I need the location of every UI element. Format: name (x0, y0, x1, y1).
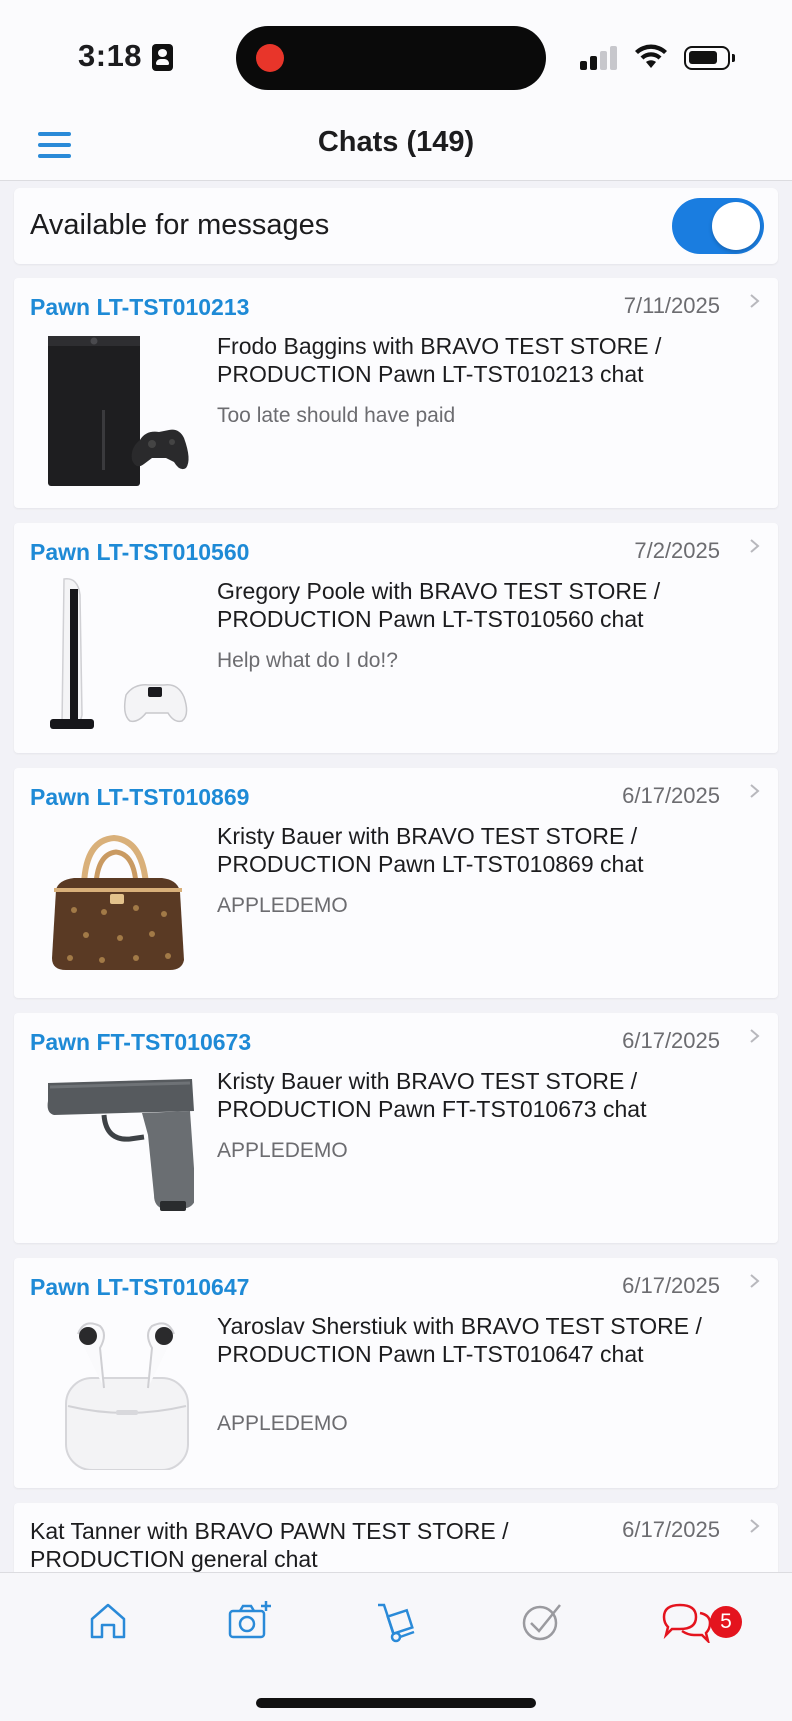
navigation-bar: Chats (149) (0, 112, 792, 181)
battery-icon (684, 46, 735, 70)
chevron-right-icon (750, 1274, 760, 1288)
chat-title: Gregory Poole with BRAVO TEST STORE / PR… (217, 578, 661, 632)
chat-bubbles-icon[interactable] (660, 1599, 712, 1643)
chevron-right-icon (750, 1029, 760, 1043)
chevron-right-icon (750, 539, 760, 553)
chat-date: 6/17/2025 (622, 783, 720, 808)
chat-title: Kat Tanner with BRAVO PAWN TEST STORE / … (30, 1518, 509, 1572)
checkmark-icon[interactable] (520, 1599, 564, 1643)
chat-last-message: APPLEDEMO (217, 1412, 348, 1435)
chat-ticket-id: Pawn LT-TST010869 (30, 784, 250, 810)
chat-card[interactable]: Pawn LT-TST010560 7/2/2025 Gregory Poole… (14, 523, 778, 753)
pistol-image (47, 1079, 194, 1211)
chat-ticket-id: Pawn LT-TST010647 (30, 1274, 250, 1300)
chat-card[interactable]: Pawn LT-TST010647 6/17/2025 Yaroslav She… (14, 1258, 778, 1488)
chat-date: 7/2/2025 (634, 538, 720, 563)
recording-indicator-icon (256, 44, 284, 72)
home-indicator (256, 1698, 536, 1708)
chat-date: 6/17/2025 (622, 1028, 720, 1053)
cellular-signal-icon (580, 46, 620, 70)
chat-title: Yaroslav Sherstiuk with BRAVO TEST STORE… (217, 1313, 702, 1367)
wifi-icon (635, 44, 667, 68)
chat-card[interactable]: Pawn LT-TST010869 6/17/2025 Kristy Bauer… (14, 768, 778, 998)
chat-ticket-id: Pawn LT-TST010560 (30, 539, 250, 565)
chat-ticket-id: Pawn FT-TST010673 (30, 1029, 252, 1055)
handbag-image (52, 834, 184, 970)
dynamic-island (236, 26, 546, 90)
chat-title: Kristy Bauer with BRAVO TEST STORE / PRO… (217, 823, 644, 877)
chat-title: Kristy Bauer with BRAVO TEST STORE / PRO… (217, 1068, 647, 1122)
chat-last-message: APPLEDEMO (217, 1139, 348, 1162)
status-time: 3:18 (78, 38, 143, 73)
chat-card[interactable]: Pawn FT-TST010673 6/17/2025 Kristy Bauer… (14, 1013, 778, 1243)
toggle-knob (712, 202, 760, 250)
chevron-right-icon (750, 294, 760, 308)
hand-truck-icon[interactable] (374, 1599, 418, 1643)
earbuds-image (65, 1322, 189, 1470)
availability-toggle[interactable] (672, 198, 764, 254)
camera-add-icon[interactable] (228, 1599, 272, 1643)
chat-title: Frodo Baggins with BRAVO TEST STORE / PR… (217, 333, 662, 387)
chat-ticket-id: Pawn LT-TST010213 (30, 294, 250, 320)
page-title: Chats (149) (317, 126, 475, 158)
home-icon[interactable] (86, 1599, 130, 1643)
chat-last-message: Help what do I do!? (217, 649, 398, 672)
chat-date: 7/11/2025 (623, 293, 720, 318)
general-chat-card[interactable]: Kat Tanner with BRAVO PAWN TEST STORE / … (14, 1503, 778, 1581)
chevron-right-icon (750, 1519, 760, 1533)
chat-last-message: Too late should have paid (217, 404, 456, 427)
chat-list: Pawn LT-TST010213 7/11/2025 Frodo Baggin… (14, 278, 778, 1596)
chevron-right-icon (750, 784, 760, 798)
xbox-console-image (48, 336, 189, 486)
availability-label: Available for messages (30, 209, 330, 241)
availability-row: Available for messages (14, 188, 778, 264)
chat-date: 6/17/2025 (622, 1273, 720, 1298)
chat-last-message: APPLEDEMO (217, 894, 348, 917)
chat-card[interactable]: Pawn LT-TST010213 7/11/2025 Frodo Baggin… (14, 278, 778, 508)
contact-card-icon (152, 44, 173, 71)
status-bar: 3:18 (0, 0, 792, 112)
chat-date: 6/17/2025 (622, 1517, 720, 1542)
playstation-console-image (50, 578, 188, 729)
unread-chats-badge: 5 (710, 1606, 742, 1638)
